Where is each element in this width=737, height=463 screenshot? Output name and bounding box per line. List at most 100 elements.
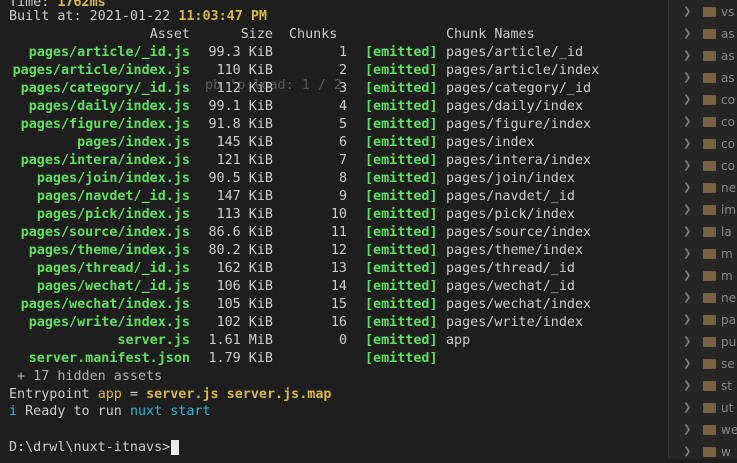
built-date: 2021-01-22 bbox=[89, 9, 179, 24]
folder-icon bbox=[703, 73, 716, 83]
folder-label: w bbox=[721, 445, 731, 459]
explorer-folder-item[interactable]: ❯ co bbox=[669, 155, 737, 177]
explorer-folder-item[interactable]: ❯ as bbox=[669, 23, 737, 45]
chevron-right-icon: ❯ bbox=[683, 160, 692, 171]
emitted-status: [emitted] bbox=[365, 333, 438, 348]
asset-size: 145 KiB bbox=[216, 135, 273, 150]
explorer-folder-item[interactable]: ❯ we bbox=[669, 419, 737, 441]
chunk-name: pages/daily/index bbox=[446, 99, 584, 114]
folder-label: m bbox=[721, 247, 733, 261]
explorer-folder-item[interactable]: ❯ im bbox=[669, 199, 737, 221]
emitted-status: [emitted] bbox=[365, 315, 438, 330]
table-row: pages/article/index.js 110 KiB 2 [emitted] p… bbox=[9, 62, 659, 80]
built-at-line: Built at: 2021-01-22 11:03:47 PM bbox=[9, 8, 267, 26]
asset-name: pages/figure/index.js bbox=[20, 117, 190, 132]
chevron-right-icon: ❯ bbox=[683, 204, 692, 215]
asset-size: 91.8 KiB bbox=[208, 117, 274, 132]
asset-name: pages/wechat/index.js bbox=[20, 297, 190, 312]
explorer-folder-item[interactable]: ❯ ut bbox=[669, 397, 737, 419]
explorer-folder-item[interactable]: ❯ st bbox=[669, 375, 737, 397]
entrypoint-label: Entrypoint bbox=[9, 387, 98, 402]
asset-name: pages/article/index.js bbox=[12, 63, 190, 78]
prompt-line[interactable]: D:\drwl\nuxt-itnavs> bbox=[9, 439, 180, 457]
table-row: pages/daily/index.js 99.1 KiB 4 [emitted] pa… bbox=[9, 98, 659, 116]
explorer-folder-item[interactable]: ❯ co bbox=[669, 133, 737, 155]
chevron-right-icon: ❯ bbox=[683, 424, 692, 435]
header-chunks: Chunks bbox=[289, 27, 338, 42]
asset-name: server.js bbox=[117, 333, 190, 348]
folder-icon bbox=[703, 425, 716, 435]
chevron-right-icon: ❯ bbox=[683, 446, 692, 457]
table-row: pages/figure/index.js 91.8 KiB 5 [emitted] p… bbox=[9, 116, 659, 134]
folder-label: co bbox=[721, 115, 735, 129]
emitted-status: [emitted] bbox=[365, 99, 438, 114]
explorer-folder-item[interactable]: ❯ pa bbox=[669, 309, 737, 331]
explorer-folder-item[interactable]: ❯ m bbox=[669, 265, 737, 287]
explorer-folder-item[interactable]: ❯ as bbox=[669, 67, 737, 89]
asset-size: 162 KiB bbox=[216, 261, 273, 276]
chunk-id: 9 bbox=[338, 189, 347, 204]
asset-name: pages/wechat/_id.js bbox=[36, 279, 190, 294]
explorer-folder-item[interactable]: ❯ ne bbox=[669, 177, 737, 199]
asset-name: pages/thread/_id.js bbox=[36, 261, 190, 276]
asset-size: 90.5 KiB bbox=[208, 171, 274, 186]
table-row: pages/join/index.js 90.5 KiB 8 [emitted] pag… bbox=[9, 170, 659, 188]
entrypoint-eq: = bbox=[121, 387, 147, 402]
chunk-name: pages/join/index bbox=[446, 171, 575, 186]
table-row: pages/pick/index.js 113 KiB 10 [emitted] pag… bbox=[9, 206, 659, 224]
chunk-name: pages/article/index bbox=[446, 63, 600, 78]
explorer-folder-item[interactable]: ❯ co bbox=[669, 89, 737, 111]
folder-icon bbox=[703, 117, 716, 127]
chevron-right-icon: ❯ bbox=[683, 380, 692, 391]
folder-label: co bbox=[721, 93, 735, 107]
chunk-id: 8 bbox=[338, 171, 347, 186]
emitted-status: [emitted] bbox=[365, 189, 438, 204]
explorer-folder-item[interactable]: ❯ ne bbox=[669, 287, 737, 309]
asset-size: 1.61 MiB bbox=[208, 333, 274, 348]
folder-label: im bbox=[721, 203, 737, 217]
explorer-folder-item[interactable]: ❯ m bbox=[669, 243, 737, 265]
explorer-folder-item[interactable]: ❯ se bbox=[669, 353, 737, 375]
explorer-folder-item[interactable]: ❯ co bbox=[669, 111, 737, 133]
explorer-folder-item[interactable]: ❯ as bbox=[669, 45, 737, 67]
folder-label: as bbox=[721, 49, 735, 63]
chevron-right-icon: ❯ bbox=[683, 336, 692, 347]
explorer-folder-item[interactable]: ❯ w bbox=[669, 441, 737, 463]
chunk-name: pages/theme/index bbox=[446, 243, 584, 258]
chunk-id: 0 bbox=[338, 333, 347, 348]
chunk-name: pages/write/index bbox=[446, 315, 584, 330]
emitted-status: [emitted] bbox=[365, 81, 438, 96]
folder-label: se bbox=[721, 357, 735, 371]
folder-icon bbox=[703, 315, 716, 325]
chunk-name: pages/article/_id bbox=[446, 45, 584, 60]
folder-icon bbox=[703, 337, 716, 347]
folder-icon bbox=[703, 381, 716, 391]
chunk-id: 12 bbox=[330, 243, 347, 258]
chevron-right-icon: ❯ bbox=[683, 292, 692, 303]
folder-icon bbox=[703, 227, 716, 237]
chunk-id: 2 bbox=[338, 63, 347, 78]
asset-size: 105 KiB bbox=[216, 297, 273, 312]
chevron-right-icon: ❯ bbox=[683, 358, 692, 369]
terminal-panel[interactable]: Time: 1762ms Built at: 2021-01-22 11:03:… bbox=[0, 0, 668, 459]
asset-name: pages/pick/index.js bbox=[36, 207, 190, 222]
table-row: pages/article/_id.js 99.3 KiB 1 [emitted] pa… bbox=[9, 44, 659, 62]
text-cursor bbox=[171, 439, 180, 455]
folder-icon bbox=[703, 249, 716, 259]
explorer-folder-item[interactable]: ❯ la bbox=[669, 221, 737, 243]
folder-icon bbox=[703, 51, 716, 61]
table-row: pages/category/_id.js 112 KiB 3 [emitted] pa… bbox=[9, 80, 659, 98]
asset-size: 1.79 KiB bbox=[208, 351, 274, 366]
emitted-status: [emitted] bbox=[365, 153, 438, 168]
chunk-id: 7 bbox=[338, 153, 347, 168]
folder-icon bbox=[703, 293, 716, 303]
info-icon: i bbox=[9, 404, 18, 419]
explorer-folder-item[interactable]: ❯ pu bbox=[669, 331, 737, 353]
asset-size: 99.1 KiB bbox=[208, 99, 274, 114]
chunk-id: 3 bbox=[338, 81, 347, 96]
table-row: pages/intera/index.js 121 KiB 7 [emitted] pa… bbox=[9, 152, 659, 170]
chunk-id: 14 bbox=[330, 279, 347, 294]
folder-icon bbox=[703, 447, 716, 457]
emitted-status: [emitted] bbox=[365, 135, 438, 150]
explorer-folder-item[interactable]: ❯ vs bbox=[669, 1, 737, 23]
